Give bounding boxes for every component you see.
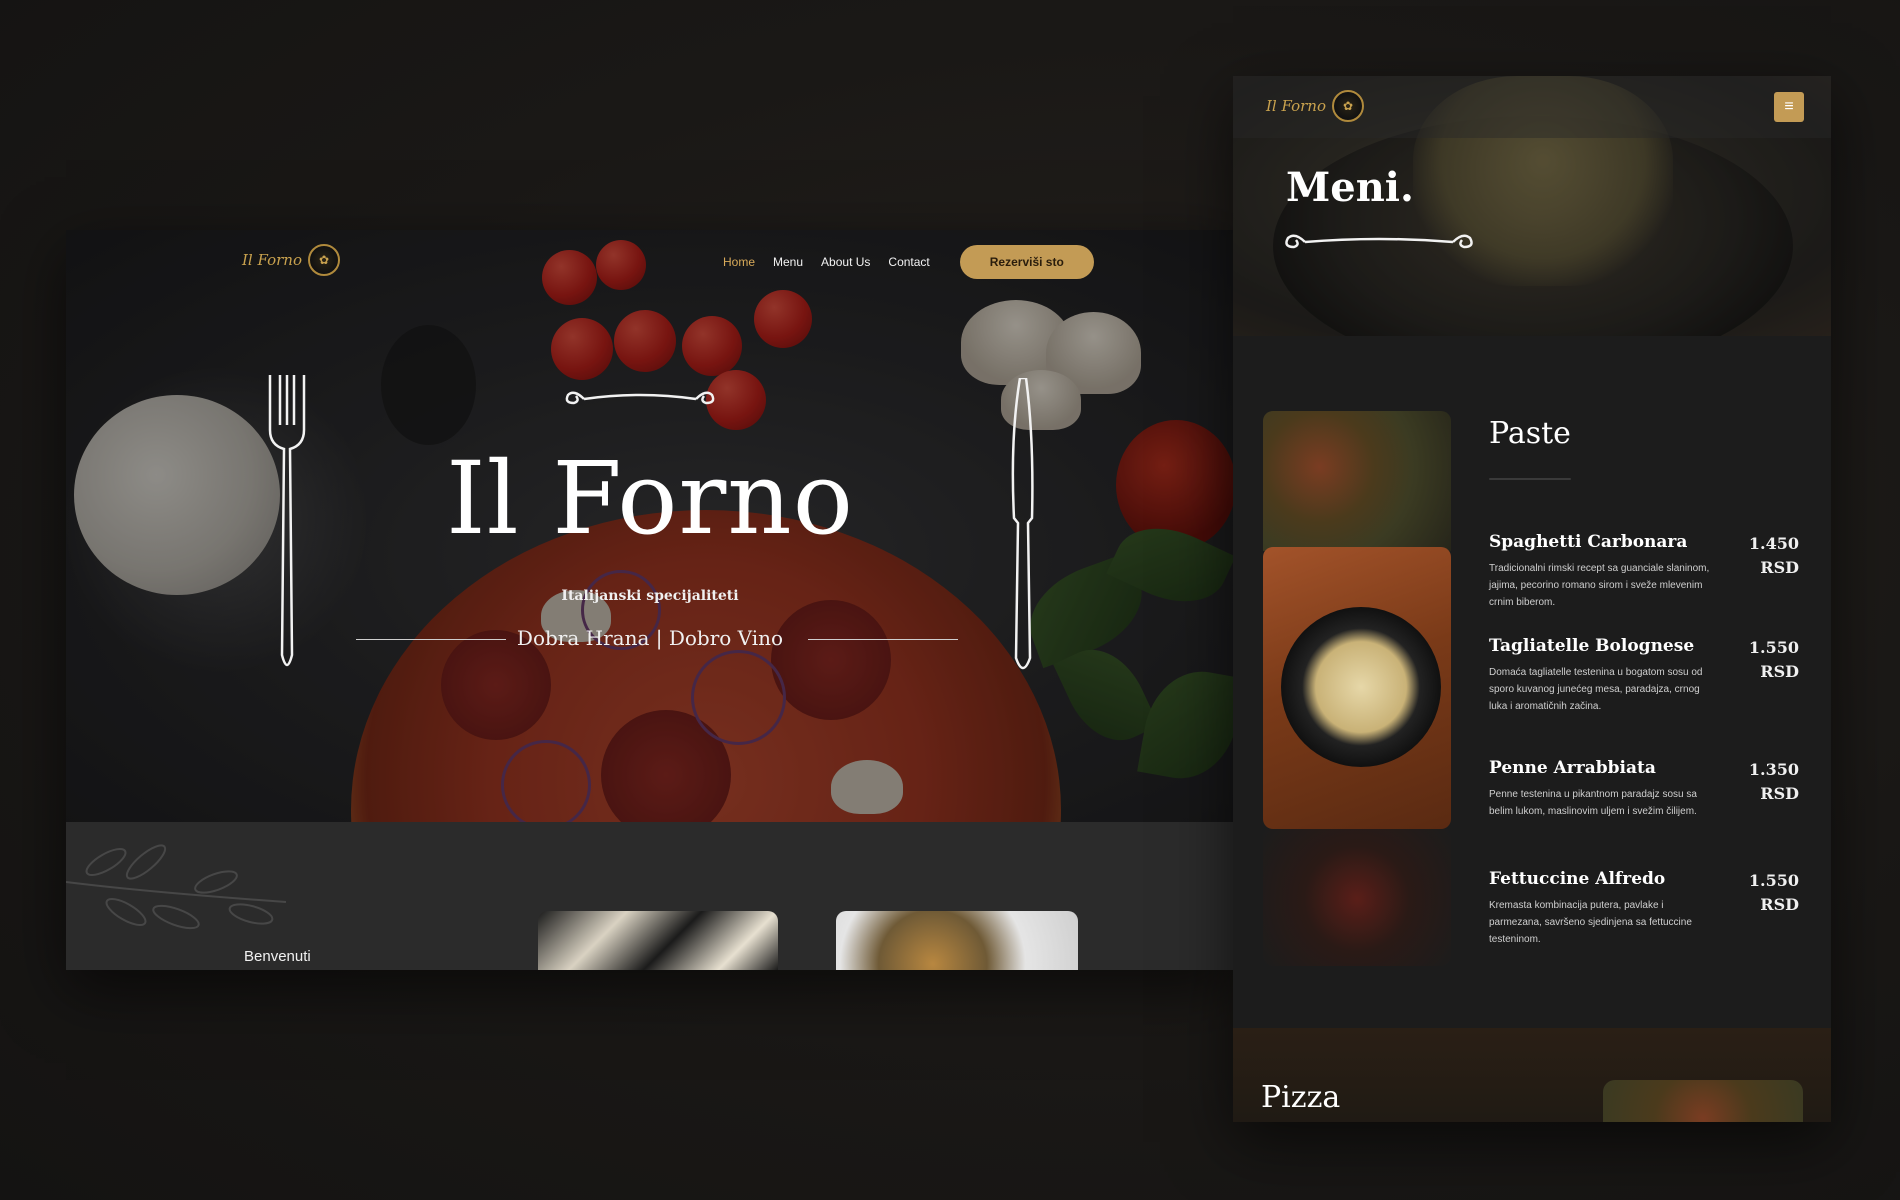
nav-menu[interactable]: Menu [773,255,803,269]
menu-item-description: Kremasta kombinacija putera, pavlake i p… [1489,900,1692,945]
ornament-divider-icon [1285,234,1473,249]
hero-title: Il Forno [446,440,854,557]
pizza-image [1263,411,1451,551]
pizza-category-section: Pizza [1233,1028,1831,1122]
menu-item-price: 1.350 RSD [1748,760,1799,803]
tomato-image [1263,829,1451,966]
menu-item-description: Penne testenina u pikantnom paradajz sos… [1489,789,1697,817]
logo-emblem-icon: ✿ [307,244,340,276]
category-title: Pizza [1261,1080,1341,1115]
hero-slogan: Dobra Hrana | Dobro Vino [516,626,784,650]
divider-right [808,639,958,640]
mobile-preview: Il Forno ✿ ≡ Meni. Paste Spaghetti Carbo… [1233,76,1831,1122]
nav-contact[interactable]: Contact [888,255,929,269]
category-title: Paste [1489,416,1571,451]
main-nav: Home Menu About Us Contact Rezerviši sto [723,245,1094,279]
menu-item-price: 1.550 RSD [1748,638,1799,681]
logo-text: Il Forno [242,251,302,269]
desktop-preview: Il Forno ✿ Home Menu About Us Contact Re… [66,230,1234,970]
welcome-section: Benvenuti [66,822,1234,970]
menu-item: Spaghetti Carbonara Tradicionalni rimski… [1489,532,1799,611]
nav-home[interactable]: Home [723,255,755,269]
menu-item: Fettuccine Alfredo Kremasta kombinacija … [1489,869,1799,948]
menu-item-description: Tradicionalni rimski recept sa guanciale… [1489,563,1710,608]
logo-text: Il Forno [1266,97,1326,115]
mobile-logo[interactable]: Il Forno ✿ [1266,90,1364,122]
menu-item-description: Domaća tagliatelle testenina u bogatom s… [1489,667,1703,712]
menu-item-price: 1.450 RSD [1748,534,1799,577]
site-logo[interactable]: Il Forno ✿ [242,244,340,276]
hamburger-menu-button[interactable]: ≡ [1774,92,1804,122]
hero-subtitle: Italijanski specijaliteti [561,588,739,604]
menu-page-title: Meni. [1286,164,1414,211]
menu-item: Tagliatelle Bolognese Domaća tagliatelle… [1489,636,1799,715]
gallery-image[interactable] [836,911,1078,970]
category-images [1263,411,1451,966]
reserve-table-button[interactable]: Rezerviši sto [959,245,1094,279]
logo-emblem-icon: ✿ [1331,90,1364,122]
hero-section: Il Forno ✿ Home Menu About Us Contact Re… [66,230,1234,822]
menu-item: Penne Arrabbiata Penne testenina u pikan… [1489,758,1799,820]
gallery-image[interactable] [538,911,778,970]
pizza-image [1603,1080,1803,1122]
nav-about-us[interactable]: About Us [821,255,870,269]
category-underline [1489,478,1571,480]
menu-category-section: Paste Spaghetti Carbonara Tradicionalni … [1233,336,1831,1106]
menu-item-price: 1.550 RSD [1748,871,1799,914]
olive-branch-icon [66,844,287,930]
menu-hero: Il Forno ✿ ≡ Meni. [1233,76,1831,336]
pasta-dish-image [1263,547,1451,829]
hamburger-icon: ≡ [1784,98,1794,115]
ornament-divider-icon [565,391,715,405]
welcome-heading: Benvenuti [244,948,311,965]
